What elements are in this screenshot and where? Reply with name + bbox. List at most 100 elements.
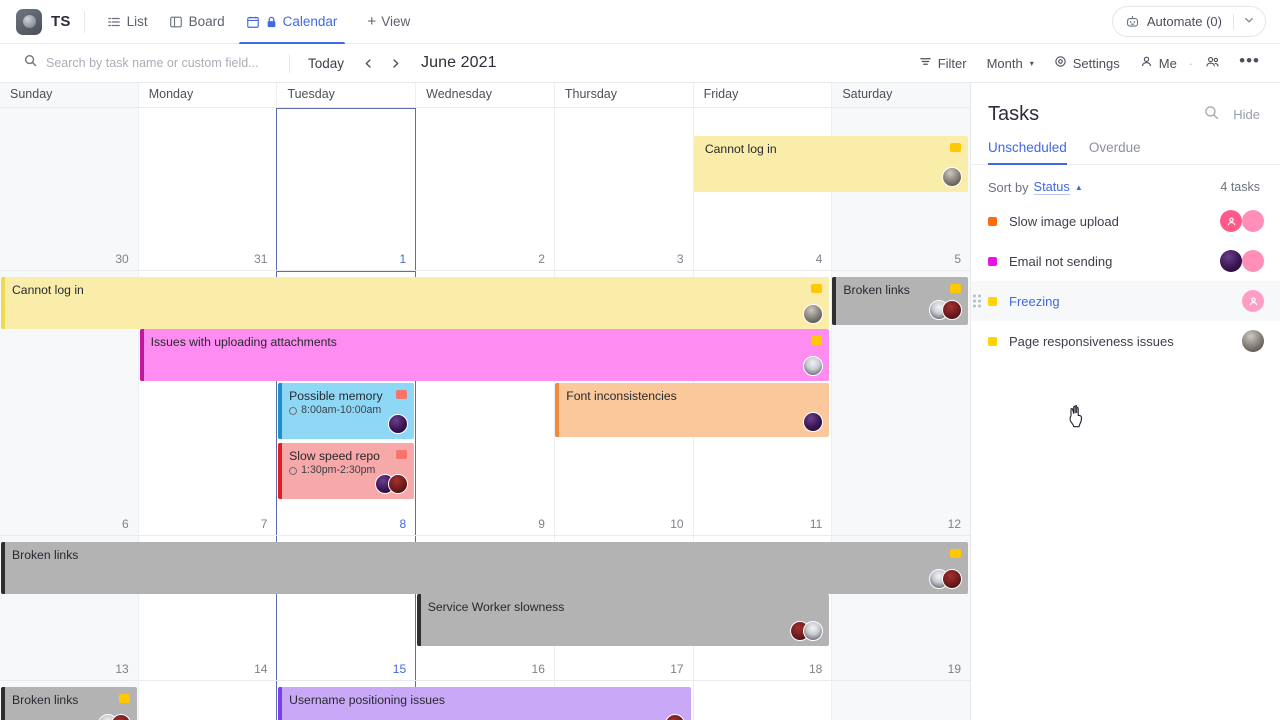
avatar[interactable]: [941, 300, 962, 320]
sidebar-tab-unscheduled[interactable]: Unscheduled: [988, 140, 1067, 165]
priority-flag-icon[interactable]: [395, 450, 407, 459]
day-cell-21[interactable]: 21: [139, 681, 278, 720]
day-number[interactable]: 15: [393, 662, 406, 676]
calendar-event[interactable]: Service Worker slowness: [416, 594, 830, 646]
more-options-button[interactable]: •••: [1231, 52, 1266, 71]
day-number[interactable]: 1: [399, 252, 406, 266]
event-assignees[interactable]: [387, 414, 408, 434]
day-number[interactable]: 10: [670, 517, 683, 531]
avatar[interactable]: [387, 474, 408, 494]
tab-list[interactable]: List: [98, 0, 158, 44]
calendar-event[interactable]: Username positioning issues: [278, 687, 691, 720]
task-assignees[interactable]: [1242, 290, 1264, 312]
avatar[interactable]: [942, 569, 962, 589]
calendar-event[interactable]: Slow speed repo 1:30pm-2:30pm: [278, 443, 414, 499]
day-number[interactable]: 17: [670, 662, 683, 676]
automate-button[interactable]: Automate (0): [1111, 6, 1266, 37]
day-number[interactable]: 3: [677, 252, 684, 266]
event-assignees[interactable]: [803, 356, 824, 376]
status-badge[interactable]: [988, 216, 997, 226]
avatar[interactable]: [803, 412, 824, 432]
avatar[interactable]: [1242, 330, 1264, 352]
day-cell-30[interactable]: 30: [0, 108, 139, 270]
task-list-item[interactable]: Freezing: [971, 281, 1280, 321]
filter-button[interactable]: Filter: [910, 49, 976, 77]
previous-month-button[interactable]: [356, 51, 380, 75]
drag-handle-icon[interactable]: [973, 294, 981, 308]
day-number[interactable]: 9: [538, 517, 545, 531]
event-assignees[interactable]: [790, 621, 824, 641]
priority-flag-icon[interactable]: [950, 549, 961, 558]
priority-flag-icon[interactable]: [811, 284, 823, 293]
day-number[interactable]: 6: [122, 517, 129, 531]
search-box[interactable]: [24, 54, 279, 72]
workspace-avatar-icon[interactable]: [16, 8, 42, 35]
priority-flag-icon[interactable]: [811, 336, 823, 345]
avatar[interactable]: [803, 356, 824, 376]
avatar[interactable]: [387, 414, 408, 434]
calendar-event[interactable]: Font inconsistencies: [555, 383, 830, 437]
priority-flag-icon[interactable]: [395, 390, 407, 399]
next-month-button[interactable]: [383, 51, 407, 75]
zoom-level-select[interactable]: Month ▾: [978, 50, 1043, 77]
day-number[interactable]: 8: [399, 517, 406, 531]
sidebar-search-icon[interactable]: [1204, 105, 1219, 125]
day-number[interactable]: 12: [948, 517, 961, 531]
day-number[interactable]: 7: [261, 517, 268, 531]
priority-flag-icon[interactable]: [949, 143, 961, 152]
task-assignees[interactable]: [1220, 210, 1264, 232]
task-list-item[interactable]: Email not sending: [971, 241, 1280, 281]
status-badge[interactable]: [988, 336, 997, 346]
sidebar-tab-overdue[interactable]: Overdue: [1089, 140, 1141, 164]
avatar[interactable]: [1220, 210, 1242, 232]
avatar[interactable]: [1242, 290, 1264, 312]
avatar[interactable]: [941, 167, 962, 187]
calendar-event[interactable]: Cannot log in: [693, 136, 968, 192]
settings-button[interactable]: Settings: [1045, 49, 1129, 77]
calendar-event[interactable]: Broken links: [1, 542, 968, 594]
event-assignees[interactable]: [803, 304, 824, 324]
day-number[interactable]: 2: [538, 252, 545, 266]
avatar[interactable]: [803, 304, 824, 324]
day-cell-25[interactable]: 25: [694, 681, 833, 720]
day-number[interactable]: 30: [115, 252, 128, 266]
chevron-down-icon[interactable]: [1243, 14, 1259, 29]
hide-sidebar-button[interactable]: Hide: [1233, 107, 1260, 122]
calendar-event[interactable]: Broken links: [832, 277, 968, 325]
event-assignees[interactable]: [929, 569, 962, 589]
task-list-item[interactable]: Slow image upload: [971, 201, 1280, 241]
calendar-event[interactable]: Possible memory 8:00am-10:00am: [278, 383, 414, 439]
day-number[interactable]: 16: [532, 662, 545, 676]
day-number[interactable]: 4: [816, 252, 823, 266]
day-number[interactable]: 18: [809, 662, 822, 676]
tab-calendar[interactable]: Calendar: [237, 0, 348, 44]
status-badge[interactable]: [988, 256, 997, 266]
day-cell-26[interactable]: 26: [832, 681, 971, 720]
task-assignees[interactable]: [1220, 250, 1264, 272]
avatar[interactable]: [1220, 250, 1242, 272]
priority-flag-icon[interactable]: [118, 694, 130, 703]
avatar[interactable]: [803, 621, 824, 641]
search-input[interactable]: [46, 56, 279, 70]
avatar[interactable]: [1242, 250, 1264, 272]
day-number[interactable]: 13: [115, 662, 128, 676]
event-assignees[interactable]: [374, 474, 408, 494]
calendar-event[interactable]: Issues with uploading attachments: [139, 329, 830, 381]
day-cell-1[interactable]: 1: [276, 108, 417, 270]
calendar-event[interactable]: Cannot log in: [1, 277, 830, 329]
priority-flag-icon[interactable]: [949, 284, 961, 293]
day-cell-31[interactable]: 31: [139, 108, 278, 270]
event-assignees[interactable]: [97, 714, 131, 720]
avatar[interactable]: [664, 714, 685, 720]
event-assignees[interactable]: [928, 300, 962, 320]
task-list-item[interactable]: Page responsiveness issues: [971, 321, 1280, 361]
calendar-event[interactable]: Broken links: [1, 687, 137, 720]
day-number[interactable]: 14: [254, 662, 267, 676]
event-assignees[interactable]: [803, 412, 824, 432]
day-number[interactable]: 5: [954, 252, 961, 266]
status-badge[interactable]: [988, 296, 997, 306]
day-cell-2[interactable]: 2: [416, 108, 555, 270]
event-assignees[interactable]: [664, 714, 685, 720]
day-cell-3[interactable]: 3: [555, 108, 694, 270]
today-button[interactable]: Today: [304, 52, 348, 75]
